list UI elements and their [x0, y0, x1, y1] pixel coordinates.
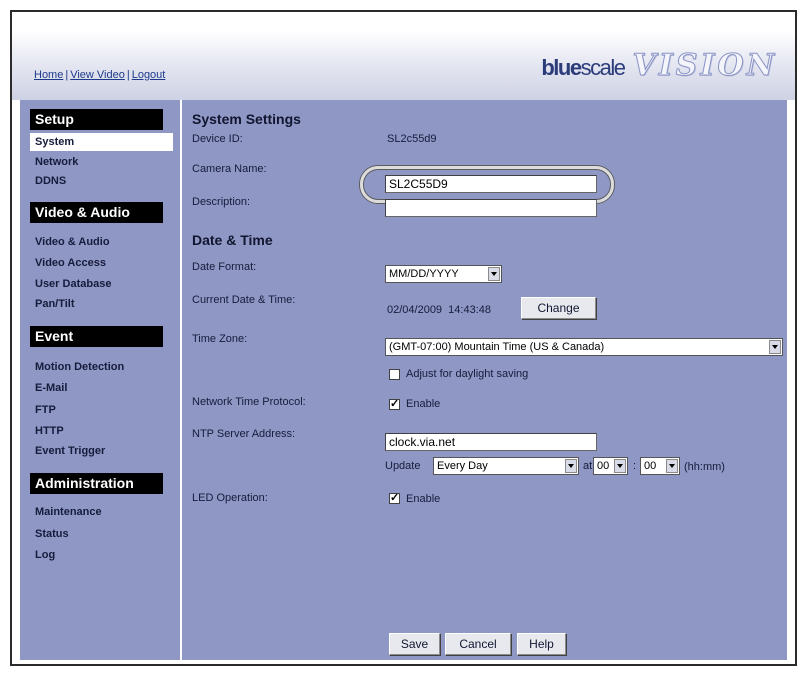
cancel-button[interactable]: Cancel: [445, 633, 511, 655]
led-enable-label: Enable: [406, 493, 441, 505]
description-label: Description:: [192, 196, 251, 208]
section-setup: Setup: [30, 109, 163, 130]
current-datetime-value: 02/04/2009 14:43:48: [387, 304, 491, 316]
sidebar-item-status[interactable]: Status: [30, 525, 173, 543]
chevron-down-icon: [565, 459, 577, 473]
at-label: at: [583, 460, 593, 472]
camera-name-label: Camera Name:: [192, 163, 267, 175]
minute-select[interactable]: 00: [640, 457, 680, 475]
save-button[interactable]: Save: [389, 633, 440, 655]
change-button[interactable]: Change: [521, 297, 596, 319]
logo-product: VISION: [632, 48, 777, 84]
ntp-server-input[interactable]: [385, 433, 597, 451]
update-frequency-select[interactable]: Every Day: [433, 457, 579, 475]
time-zone-label: Time Zone:: [192, 333, 248, 345]
date-time-title: Date & Time: [192, 232, 273, 248]
view-video-link[interactable]: View Video: [70, 69, 125, 81]
sidebar-item-log[interactable]: Log: [30, 546, 173, 564]
sidebar-item-system[interactable]: System: [30, 133, 173, 151]
help-button[interactable]: Help: [517, 633, 566, 655]
date-format-value: MM/DD/YYYY: [389, 268, 459, 280]
time-format-hint: (hh:mm): [684, 461, 725, 473]
camera-name-input[interactable]: [385, 175, 597, 193]
time-zone-value: (GMT-07:00) Mountain Time (US & Canada): [389, 341, 605, 353]
description-input[interactable]: [385, 199, 597, 217]
update-label: Update: [385, 460, 421, 472]
logo-brand-rest: scale: [580, 55, 626, 80]
sidebar-item-ddns[interactable]: DDNS: [30, 172, 173, 190]
sidebar-item-event-trigger[interactable]: Event Trigger: [30, 442, 173, 460]
sidebar-item-http[interactable]: HTTP: [30, 422, 173, 440]
ntp-enable-label: Enable: [406, 398, 441, 410]
date-format-select[interactable]: MM/DD/YYYY: [385, 265, 502, 283]
chevron-down-icon: [488, 267, 500, 281]
led-operation-label: LED Operation:: [192, 492, 268, 504]
time-zone-select[interactable]: (GMT-07:00) Mountain Time (US & Canada): [385, 338, 783, 356]
sidebar-item-ftp[interactable]: FTP: [30, 401, 173, 419]
header: Home | View Video | Logout blue scale VISION: [12, 12, 795, 100]
system-settings-title: System Settings: [192, 111, 301, 127]
sidebar-item-video-audio[interactable]: Video & Audio: [30, 233, 173, 251]
chevron-down-icon: [769, 340, 781, 354]
chevron-down-icon: [666, 459, 678, 473]
section-event: Event: [30, 326, 163, 347]
section-video-audio: Video & Audio: [30, 202, 163, 223]
ntp-label: Network Time Protocol:: [192, 396, 306, 408]
sidebar-item-video-access[interactable]: Video Access: [30, 254, 173, 272]
sidebar-item-user-database[interactable]: User Database: [30, 275, 173, 293]
top-nav: Home | View Video | Logout: [34, 69, 165, 81]
minute-value: 00: [644, 460, 657, 472]
daylight-saving-checkbox[interactable]: [389, 369, 400, 380]
sidebar: Setup System Network DDNS Video & Audio …: [20, 100, 180, 660]
sidebar-item-email[interactable]: E-Mail: [30, 379, 173, 397]
update-frequency-value: Every Day: [437, 460, 488, 472]
section-administration: Administration: [30, 473, 163, 494]
device-id-value: SL2c55d9: [387, 133, 437, 145]
home-link[interactable]: Home: [34, 69, 63, 81]
device-id-label: Device ID:: [192, 133, 243, 145]
led-enable-checkbox[interactable]: [389, 491, 400, 504]
nav-separator: |: [126, 69, 130, 81]
hour-select[interactable]: 00: [593, 457, 628, 475]
date-format-label: Date Format:: [192, 261, 257, 273]
sidebar-item-motion-detection[interactable]: Motion Detection: [30, 358, 173, 376]
sidebar-item-pan-tilt[interactable]: Pan/Tilt: [30, 295, 173, 313]
settings-panel: System Settings Device ID: SL2c55d9 Came…: [182, 100, 787, 660]
nav-separator: |: [65, 69, 69, 81]
daylight-saving-label: Adjust for daylight saving: [406, 368, 529, 380]
chevron-down-icon: [614, 459, 626, 473]
logo-brand-bold: blue: [541, 55, 582, 80]
current-datetime-label: Current Date & Time:: [192, 294, 296, 306]
ntp-server-label: NTP Server Address:: [192, 428, 296, 440]
ntp-enable-checkbox[interactable]: [389, 397, 400, 410]
main-frame: Home | View Video | Logout blue scale VISION S…: [10, 10, 797, 666]
sidebar-item-maintenance[interactable]: Maintenance: [30, 503, 173, 521]
hour-value: 00: [597, 460, 610, 472]
sidebar-item-network[interactable]: Network: [30, 153, 173, 171]
time-separator: :: [633, 460, 637, 472]
logout-link[interactable]: Logout: [132, 69, 166, 81]
bluescale-vision-logo: blue scale VISION: [541, 48, 777, 84]
